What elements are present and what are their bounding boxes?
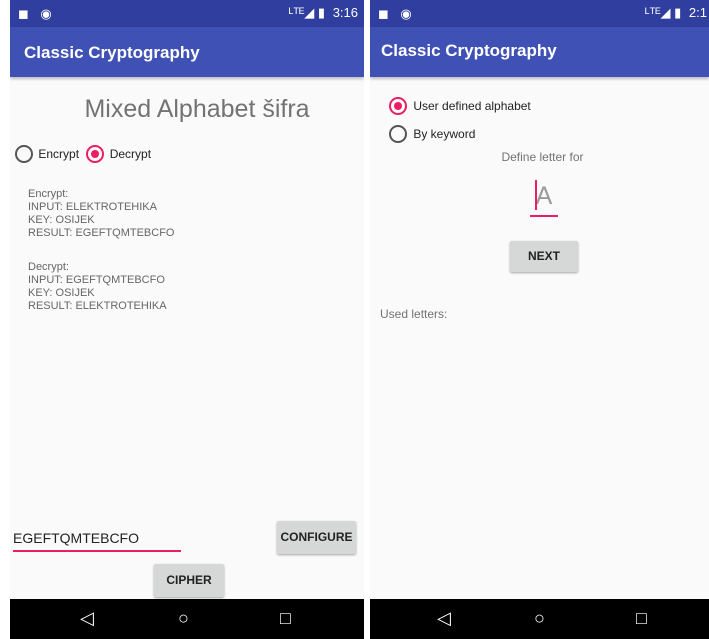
user-defined-radio-button[interactable] (389, 97, 407, 115)
signal-battery-icon: ᴸᵀᴱ◢ ▮ (288, 5, 326, 20)
letter-input[interactable]: A (530, 178, 558, 217)
nav-bar: ◁ ○ □ (370, 599, 709, 639)
decrypt-key: KEY: OSIJEK (28, 287, 95, 299)
used-letters-label: Used letters: (380, 307, 448, 321)
decrypt-radio-label: Decrypt (109, 147, 152, 161)
page-title: Mixed Alphabet šifra (84, 95, 310, 123)
status-bar: ◼ ◉ ᴸᵀᴱ◢ ▮ 2:1 (370, 0, 709, 27)
encrypt-header: Encrypt: (28, 188, 69, 200)
by-keyword-radio-button[interactable] (389, 125, 407, 143)
notification-icons: ◼ ◉ (378, 6, 416, 21)
mode-radio-group: Encrypt Decrypt (15, 145, 151, 163)
cipher-text-input[interactable]: EGEFTQMTEBCFO (13, 530, 181, 552)
phone-screen-left: ◼ ◉ ᴸᵀᴱ◢ ▮ 3:16 Classic Cryptography Mix… (10, 0, 364, 639)
encrypt-radio-label: Encrypt (38, 147, 80, 161)
app-bar: Classic Cryptography (10, 27, 364, 77)
cipher-button[interactable]: CIPHER (154, 564, 224, 597)
user-defined-radio-label: User defined alphabet (413, 99, 531, 113)
encrypt-radio-button[interactable] (15, 145, 33, 163)
status-right: ᴸᵀᴱ◢ ▮ 3:16 (289, 5, 358, 21)
by-keyword-radio[interactable]: By keyword (389, 125, 475, 143)
text-cursor (535, 180, 537, 210)
encrypt-result: RESULT: EGEFTQMTEBCFO (28, 227, 175, 239)
status-time: 2:1 (688, 5, 707, 20)
encrypt-example: Encrypt: INPUT: ELEKTROTEHIKA KEY: OSIJE… (28, 188, 174, 240)
decrypt-radio-button[interactable] (86, 145, 105, 163)
signal-battery-icon: ᴸᵀᴱ◢ ▮ (645, 5, 682, 20)
next-button[interactable]: NEXT (510, 241, 578, 272)
letter-hint: A (535, 182, 553, 210)
decrypt-example: Decrypt: INPUT: EGEFTQMTEBCFO KEY: OSIJE… (28, 261, 167, 313)
encrypt-radio[interactable]: Encrypt (15, 145, 79, 163)
recents-icon[interactable]: □ (636, 608, 647, 629)
app-title: Classic Cryptography (24, 43, 200, 62)
encrypt-input: INPUT: ELEKTROTEHIKA (28, 201, 157, 213)
home-icon[interactable]: ○ (534, 608, 545, 629)
nav-bar: ◁ ○ □ (10, 599, 364, 639)
decrypt-header: Decrypt: (28, 261, 69, 273)
encrypt-key: KEY: OSIJEK (28, 214, 95, 226)
home-icon[interactable]: ○ (178, 608, 189, 629)
back-icon[interactable]: ◁ (80, 608, 94, 629)
by-keyword-radio-label: By keyword (413, 127, 476, 141)
app-title: Classic Cryptography (381, 41, 557, 60)
cipher-text-value: EGEFTQMTEBCFO (13, 530, 139, 546)
configure-button[interactable]: CONFIGURE (277, 521, 356, 554)
back-icon[interactable]: ◁ (437, 608, 451, 629)
status-right: ᴸᵀᴱ◢ ▮ 2:1 (645, 5, 707, 21)
status-bar: ◼ ◉ ᴸᵀᴱ◢ ▮ 3:16 (10, 0, 364, 27)
notification-icons: ◼ ◉ (18, 6, 56, 21)
define-letter-label: Define letter for (501, 150, 584, 164)
status-time: 3:16 (332, 5, 358, 20)
recents-icon[interactable]: □ (280, 608, 291, 629)
user-defined-radio[interactable]: User defined alphabet (389, 97, 531, 115)
decrypt-result: RESULT: ELEKTROTEHIKA (28, 300, 167, 312)
decrypt-input: INPUT: EGEFTQMTEBCFO (28, 274, 165, 286)
decrypt-radio[interactable]: Decrypt (86, 145, 151, 163)
app-bar: Classic Cryptography (370, 27, 709, 77)
phone-screen-right: ◼ ◉ ᴸᵀᴱ◢ ▮ 2:1 Classic Cryptography User… (370, 0, 709, 639)
